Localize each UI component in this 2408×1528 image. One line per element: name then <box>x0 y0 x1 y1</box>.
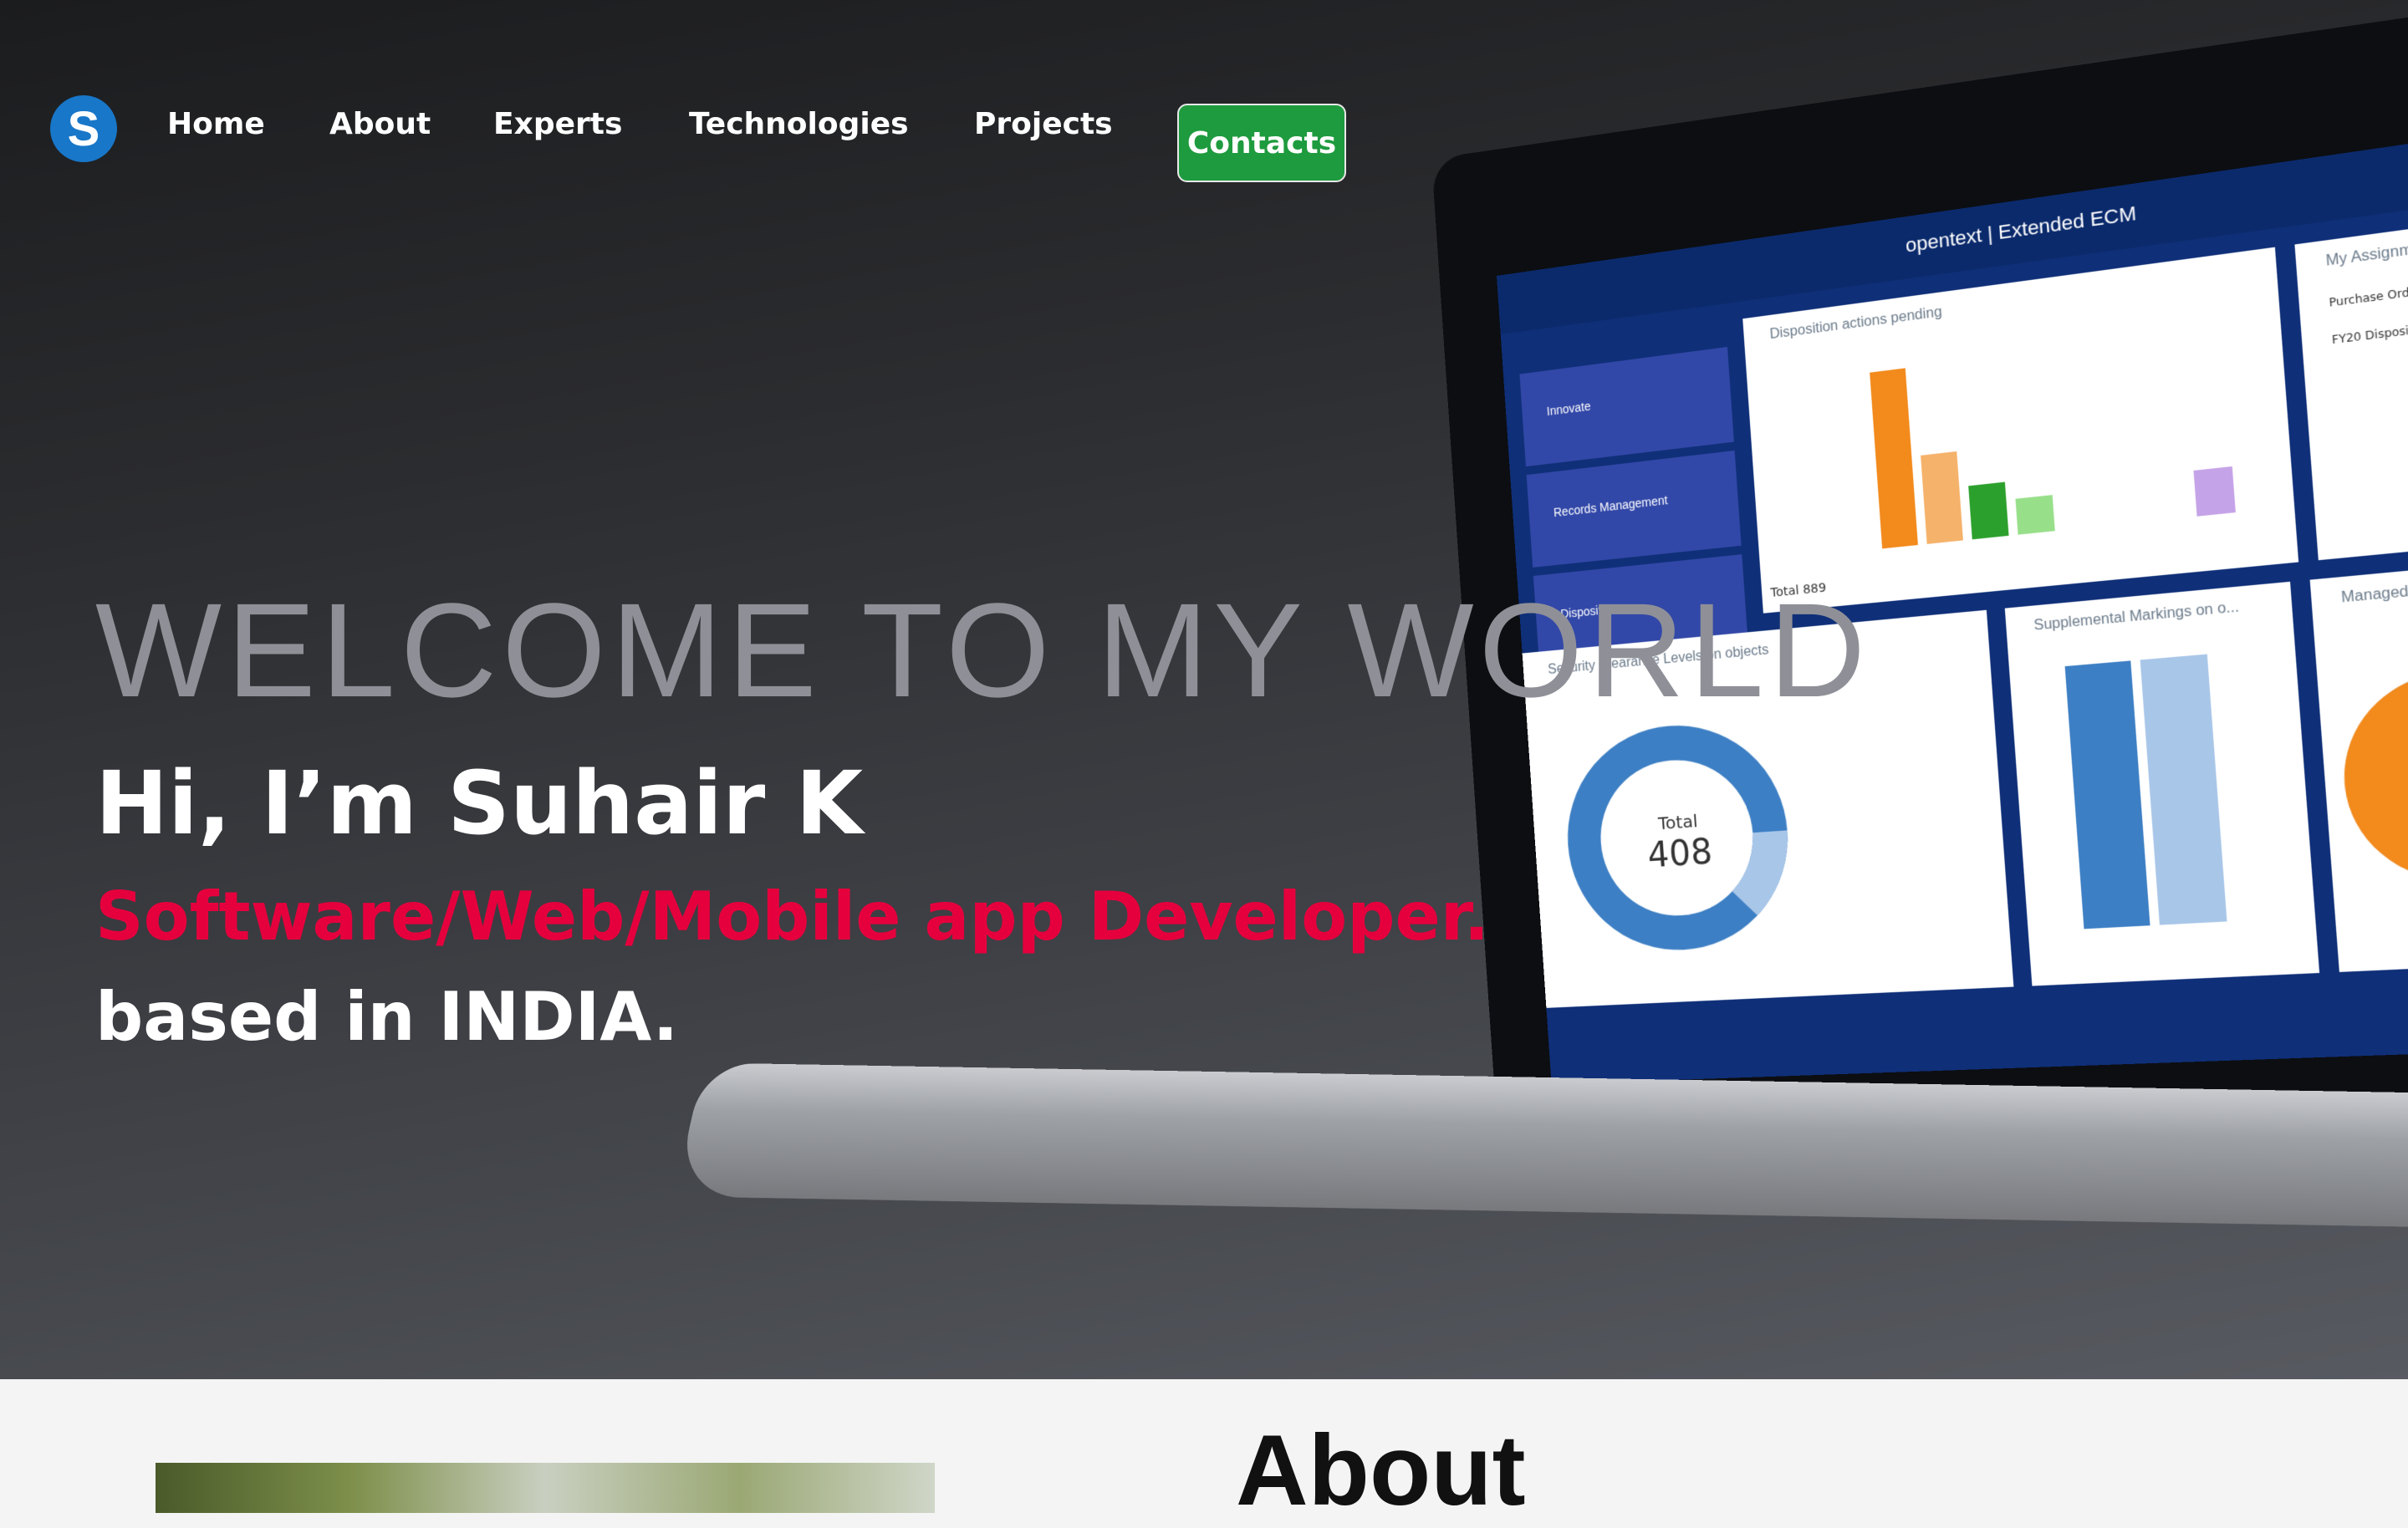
welcome-heading: WELCOME TO MY WORLD <box>95 575 1871 725</box>
contacts-button[interactable]: Contacts <box>1177 104 1346 182</box>
markings-chart-mini <box>2064 654 2227 930</box>
dashboard-assignments-panel: My Assignments Purchase Orders Quarterly… <box>2294 208 2408 561</box>
site-logo[interactable]: S <box>50 95 117 162</box>
dashboard-sidebar-item: Records Management <box>1526 450 1742 568</box>
location-text: based in INDIA. <box>95 978 679 1056</box>
about-title: About <box>1236 1414 1526 1526</box>
greeting-heading: Hi, I’m Suhair K <box>95 752 864 854</box>
pie-chart-mini <box>2336 662 2408 887</box>
bar <box>2064 660 2150 930</box>
dashboard-managed-panel: Managed objects stat <box>2309 553 2408 972</box>
nav-home[interactable]: Home <box>167 107 265 141</box>
role-text: Software/Web/Mobile app Developer. <box>95 878 1490 955</box>
dashboard-markings-panel: Supplemental Markings on o... <box>2004 581 2320 986</box>
bar <box>2140 654 2227 925</box>
assignment-item: Purchase Orders Quarterly Bo... <box>2328 272 2408 310</box>
bar <box>1968 481 2009 540</box>
nav-about[interactable]: About <box>329 107 431 141</box>
nav-projects[interactable]: Projects <box>974 107 1113 141</box>
assignment-item: FY20 Disposition Planning <box>2331 314 2408 347</box>
nav-experts[interactable]: Experts <box>493 107 622 141</box>
donut-total: 408 <box>1646 832 1714 876</box>
pie-slice <box>2336 671 2408 884</box>
about-photo <box>156 1463 935 1513</box>
panel-title: My Assignments <box>2325 237 2408 270</box>
dashboard-bar-panel: Disposition actions pending Total 889 <box>1742 247 2299 614</box>
bar <box>2193 466 2236 517</box>
bar <box>1870 368 1918 549</box>
donut-total-label: Total <box>1657 810 1699 834</box>
nav-technologies[interactable]: Technologies <box>689 107 909 141</box>
laptop-base <box>673 1062 2408 1228</box>
bar <box>2015 495 2055 535</box>
bar-chart-mini <box>1870 368 2236 549</box>
dashboard-sidebar-item: Innovate <box>1519 347 1734 467</box>
hero-section: opentext | Extended ECM Innovate Records… <box>0 0 2408 1379</box>
bar <box>1921 451 1963 544</box>
